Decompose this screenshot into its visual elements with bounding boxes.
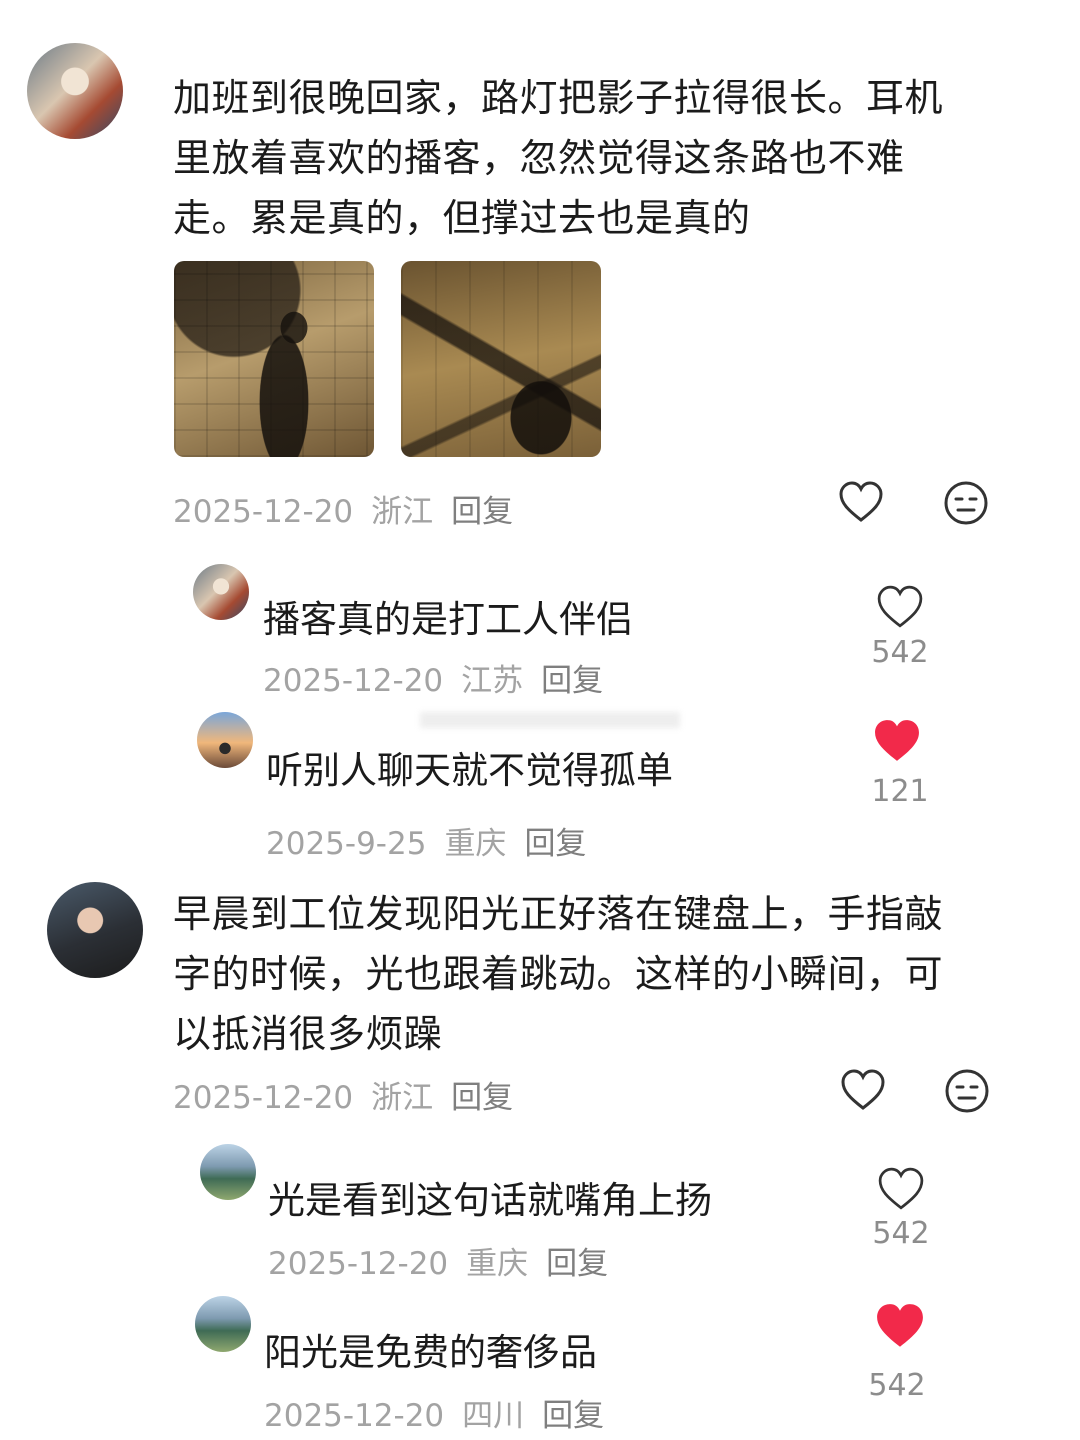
- reply-location: 四川: [462, 1398, 525, 1434]
- reply-location: 重庆: [444, 826, 507, 862]
- avatar[interactable]: [47, 882, 143, 978]
- reply-text: 光是看到这句话就嘴角上扬: [268, 1179, 712, 1222]
- like-count: 542: [868, 1368, 926, 1403]
- reply-meta: 2025-12-20 重庆 回复: [268, 1238, 608, 1283]
- reply-button[interactable]: 回复: [524, 826, 586, 862]
- heart-outline-icon[interactable]: [876, 1166, 926, 1212]
- heart-filled-icon[interactable]: [874, 1302, 926, 1350]
- comment-image[interactable]: [174, 261, 374, 457]
- reply-text: 阳光是免费的奢侈品: [264, 1331, 597, 1374]
- neutral-face-icon[interactable]: [944, 1068, 990, 1114]
- comment-date: 2025-12-20: [173, 494, 354, 530]
- reply-button[interactable]: 回复: [451, 1080, 513, 1116]
- reply-text: 播客真的是打工人伴侣: [263, 598, 633, 641]
- avatar[interactable]: [27, 43, 123, 139]
- reply-avatar[interactable]: [193, 564, 249, 620]
- comment-date: 2025-12-20: [173, 1080, 354, 1116]
- reply-button[interactable]: 回复: [546, 1246, 608, 1282]
- neutral-face-icon[interactable]: [943, 480, 989, 526]
- comment-location: 浙江: [371, 1080, 434, 1116]
- reply-meta: 2025-12-20 四川 回复: [264, 1390, 604, 1435]
- reply-meta: 2025-12-20 江苏 回复: [263, 655, 603, 700]
- comment-meta: 2025-12-20 浙江 回复: [173, 1072, 513, 1117]
- comment-text: 早晨到工位发现阳光正好落在键盘上，手指敲字的时候，光也跟着跳动。这样的小瞬间，可…: [173, 892, 944, 1056]
- divider: [420, 712, 680, 728]
- reply-button[interactable]: 回复: [542, 1398, 604, 1434]
- reply-date: 2025-12-20: [268, 1246, 449, 1282]
- comment-location: 浙江: [371, 494, 434, 530]
- like-count: 542: [872, 1216, 930, 1251]
- reply-button[interactable]: 回复: [541, 663, 603, 699]
- reply-date: 2025-12-20: [264, 1398, 445, 1434]
- heart-outline-icon[interactable]: [875, 584, 925, 630]
- comment-text: 加班到很晚回家，路灯把影子拉得很长。耳机里放着喜欢的播客，忽然觉得这条路也不难走…: [173, 76, 944, 240]
- reply-text: 听别人聊天就不觉得孤单: [266, 749, 673, 792]
- reply-date: 2025-12-20: [263, 663, 444, 699]
- reply-location: 重庆: [466, 1246, 529, 1282]
- like-count: 121: [871, 774, 929, 809]
- reply-location: 江苏: [461, 663, 524, 699]
- like-count: 542: [871, 635, 929, 670]
- reply-button[interactable]: 回复: [451, 494, 513, 530]
- reply-avatar[interactable]: [200, 1144, 256, 1200]
- heart-outline-icon[interactable]: [840, 1068, 886, 1112]
- reply-date: 2025-9-25: [266, 826, 427, 862]
- heart-filled-icon[interactable]: [872, 718, 922, 764]
- reply-avatar[interactable]: [197, 712, 253, 768]
- comment-image[interactable]: [401, 261, 601, 457]
- reply-avatar[interactable]: [195, 1296, 251, 1352]
- reply-meta: 2025-9-25 重庆 回复: [266, 818, 586, 863]
- heart-outline-icon[interactable]: [838, 480, 884, 524]
- comment-meta: 2025-12-20 浙江 回复: [173, 486, 513, 531]
